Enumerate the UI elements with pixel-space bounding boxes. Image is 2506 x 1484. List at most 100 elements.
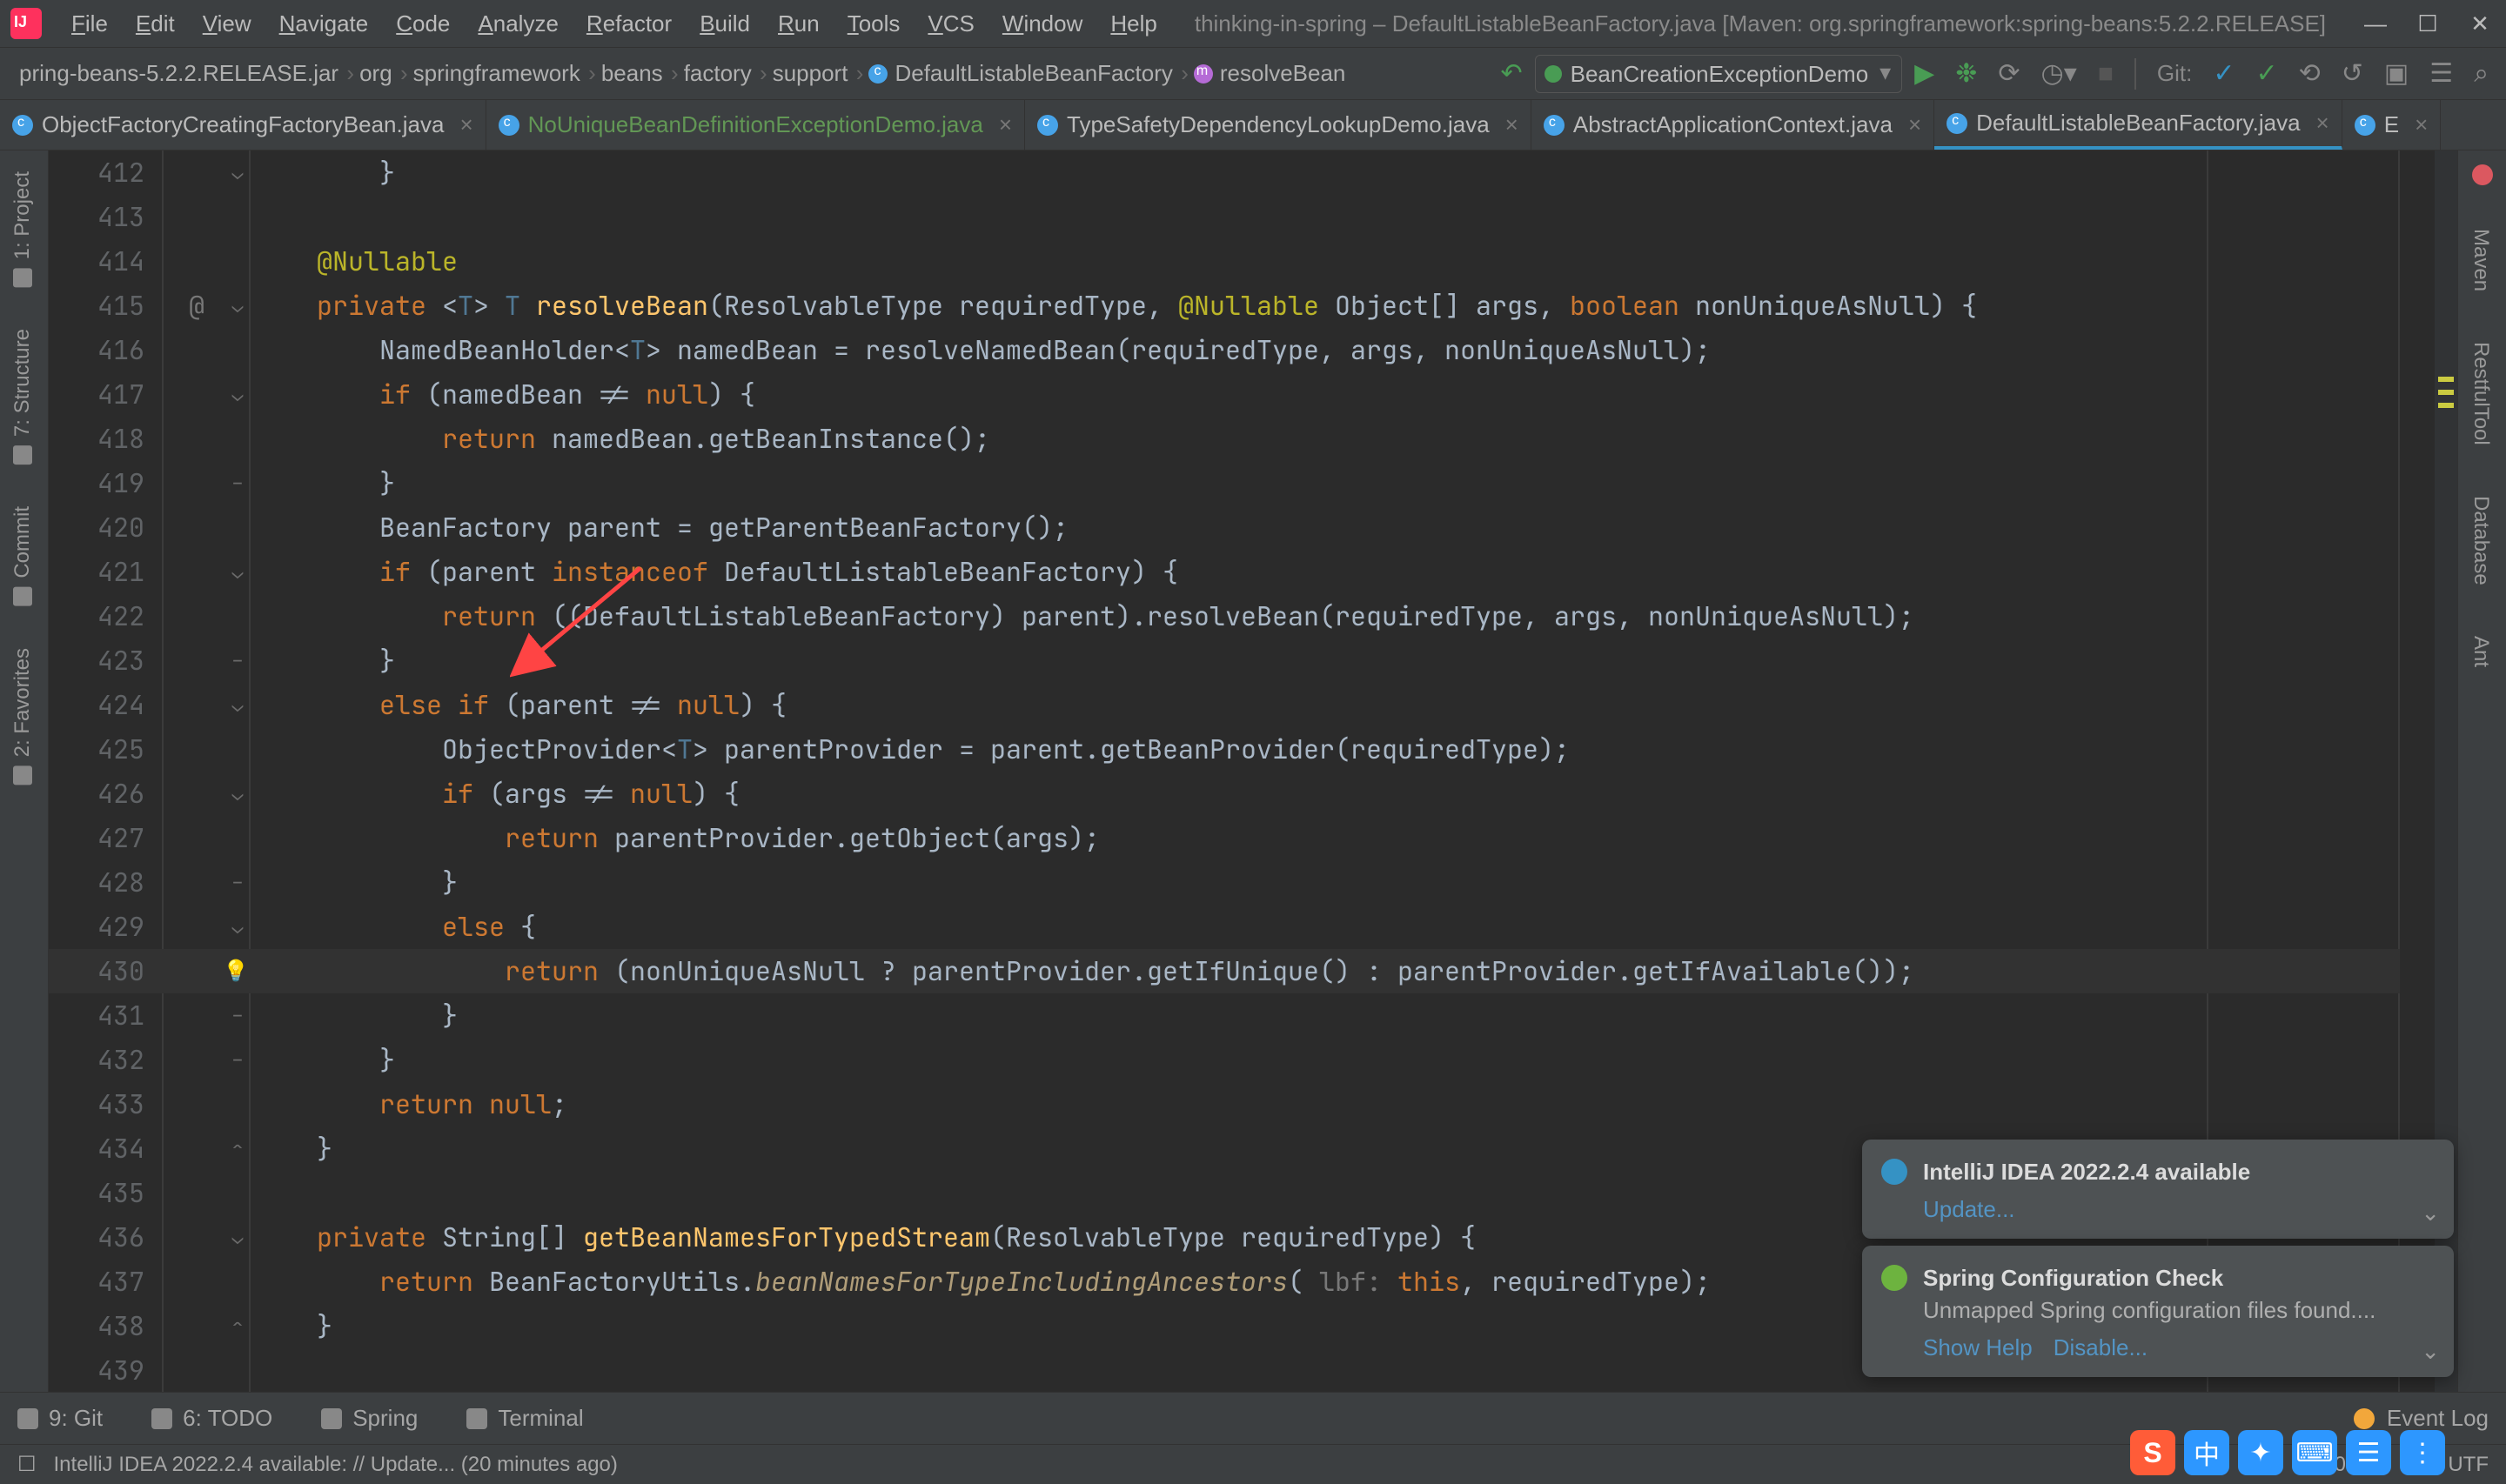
fold-toggle-icon[interactable]: ⌃ (224, 1126, 251, 1171)
minimize-button[interactable]: — (2349, 0, 2402, 48)
line-number[interactable]: 433 (97, 1082, 144, 1126)
code-line[interactable]: ObjectProvider<T> parentProvider = paren… (254, 727, 1570, 772)
breadcrumb-item[interactable]: beans (591, 60, 673, 87)
run-icon[interactable]: ▶ (1906, 58, 1943, 89)
status-wm-icon[interactable]: ☐ (17, 1452, 37, 1477)
chevron-down-icon[interactable]: ⌄ (2421, 1338, 2440, 1365)
notification-link[interactable]: Update... (1923, 1186, 2015, 1223)
line-number[interactable]: 415 (97, 284, 144, 328)
line-number[interactable]: 436 (97, 1215, 144, 1260)
breadcrumb-item[interactable]: org (349, 60, 403, 87)
line-number[interactable]: 432 (97, 1038, 144, 1082)
menu-edit[interactable]: Edit (122, 0, 189, 48)
line-number[interactable]: 412 (97, 150, 144, 195)
stop-icon[interactable]: ■ (2089, 59, 2122, 89)
line-number[interactable]: 426 (97, 772, 144, 816)
line-number[interactable]: 435 (97, 1171, 144, 1215)
code-line[interactable]: return (nonUniqueAsNull ? parentProvider… (254, 949, 1914, 993)
fold-toggle-icon[interactable]: ⌄ (224, 683, 251, 727)
close-tab-icon[interactable]: × (992, 111, 1012, 138)
breadcrumb-item[interactable]: springframework (403, 60, 591, 87)
maximize-button[interactable]: ☐ (2402, 0, 2454, 48)
code-line[interactable]: private String[] getBeanNamesForTypedStr… (254, 1215, 1476, 1260)
tool-window-tab[interactable]: 2: Favorites (0, 627, 45, 806)
line-number[interactable]: 439 (97, 1348, 144, 1392)
file-encoding[interactable]: UTF (2448, 1453, 2489, 1477)
close-tab-icon[interactable]: × (2408, 111, 2428, 138)
editor-tab[interactable]: ObjectFactoryCreatingFactoryBean.java× (0, 100, 486, 150)
menu-code[interactable]: Code (382, 0, 464, 48)
code-line[interactable]: return ((DefaultListableBeanFactory) par… (254, 594, 1914, 638)
code-line[interactable]: else { (254, 905, 536, 949)
code-line[interactable]: return BeanFactoryUtils.beanNamesForType… (254, 1260, 1711, 1304)
close-tab-icon[interactable]: × (2309, 110, 2329, 137)
menu-analyze[interactable]: Analyze (464, 0, 573, 48)
bottom-tool-tab[interactable]: 6: TODO (151, 1405, 272, 1432)
code-line[interactable]: } (254, 461, 395, 505)
tool-window-tab[interactable]: Ant (2458, 606, 2503, 688)
notification-balloon[interactable]: IntelliJ IDEA 2022.2.4 availableUpdate..… (1862, 1140, 2454, 1239)
tool-window-tab[interactable]: Commit (0, 485, 45, 627)
code-line[interactable]: if (parent instanceof DefaultListableBea… (254, 550, 1178, 594)
code-line[interactable]: return null; (254, 1082, 567, 1126)
code-line[interactable]: else if (parent != null) { (254, 683, 787, 727)
editor-tab[interactable]: NoUniqueBeanDefinitionExceptionDemo.java… (486, 100, 1025, 150)
problems-indicator-icon[interactable] (2472, 164, 2493, 185)
nav-back-icon[interactable]: ↶ (1491, 58, 1531, 89)
code-line[interactable]: } (254, 1304, 332, 1348)
line-number[interactable]: 424 (97, 683, 144, 727)
notification-link[interactable]: Disable... (2054, 1324, 2148, 1361)
bottom-tool-tab[interactable]: Spring (321, 1405, 418, 1432)
fold-toggle-icon[interactable]: ⌄ (224, 150, 251, 195)
menu-view[interactable]: View (189, 0, 265, 48)
breadcrumb-item[interactable]: pring-beans-5.2.2.RELEASE.jar (9, 60, 349, 87)
git-history-icon[interactable]: ⟲ (2290, 58, 2329, 89)
editor-tab[interactable]: TypeSafetyDependencyLookupDemo.java× (1025, 100, 1531, 150)
code-line[interactable]: } (254, 638, 395, 683)
code-line[interactable]: } (254, 150, 395, 195)
line-number[interactable]: 429 (97, 905, 144, 949)
close-tab-icon[interactable]: × (1498, 111, 1518, 138)
fold-toggle-icon[interactable]: – (224, 1038, 251, 1082)
fold-toggle-icon[interactable]: ⌄ (224, 1215, 251, 1260)
fold-toggle-icon[interactable]: ⌄ (224, 550, 251, 594)
tool-window-tab[interactable]: Database (2458, 466, 2503, 606)
bottom-tool-tab[interactable]: 9: Git (17, 1405, 103, 1432)
ime-key[interactable]: ☰ (2346, 1430, 2391, 1475)
coverage-icon[interactable]: ⟳ (1989, 58, 2028, 89)
breadcrumb-item[interactable]: resolveBean (1183, 60, 1357, 87)
ime-key[interactable]: ✦ (2238, 1430, 2283, 1475)
fold-toggle-icon[interactable]: ⌃ (224, 1304, 251, 1348)
chevron-down-icon[interactable]: ⌄ (2421, 1200, 2440, 1227)
ime-key[interactable]: 中 (2184, 1430, 2229, 1475)
bottom-tool-tab[interactable]: Terminal (466, 1405, 583, 1432)
git-revert-icon[interactable]: ↺ (2333, 58, 2372, 89)
breadcrumb-item[interactable]: factory (673, 60, 762, 87)
ime-key[interactable]: ⌨ (2292, 1430, 2337, 1475)
ime-key[interactable]: ⋮ (2400, 1430, 2445, 1475)
code-line[interactable]: } (254, 860, 458, 905)
tool-window-tab[interactable]: 1: Project (0, 150, 45, 308)
menu-tools[interactable]: Tools (834, 0, 915, 48)
search-icon[interactable]: ⌕ (2465, 59, 2497, 89)
code-line[interactable]: } (254, 1038, 395, 1082)
line-number[interactable]: 427 (97, 816, 144, 860)
menu-refactor[interactable]: Refactor (573, 0, 686, 48)
fold-toggle-icon[interactable]: – (224, 993, 251, 1038)
menu-navigate[interactable]: Navigate (265, 0, 383, 48)
menu-help[interactable]: Help (1096, 0, 1170, 48)
menu-run[interactable]: Run (764, 0, 834, 48)
line-number[interactable]: 417 (97, 372, 144, 417)
code-line[interactable]: } (254, 993, 458, 1038)
line-number[interactable]: 431 (97, 993, 144, 1038)
notification-balloon[interactable]: Spring Configuration CheckUnmapped Sprin… (1862, 1246, 2454, 1377)
debug-icon[interactable]: ❉ (1947, 58, 1986, 89)
line-number[interactable]: 423 (97, 638, 144, 683)
code-line[interactable]: return namedBean.getBeanInstance(); (254, 417, 990, 461)
line-number[interactable]: 421 (97, 550, 144, 594)
breadcrumb-item[interactable]: DefaultListableBeanFactory (858, 60, 1183, 87)
menu-vcs[interactable]: VCS (914, 0, 988, 48)
fold-toggle-icon[interactable]: ⌄ (224, 284, 251, 328)
code-line[interactable]: BeanFactory parent = getParentBeanFactor… (254, 505, 1069, 550)
close-tab-icon[interactable]: × (1901, 111, 1921, 138)
